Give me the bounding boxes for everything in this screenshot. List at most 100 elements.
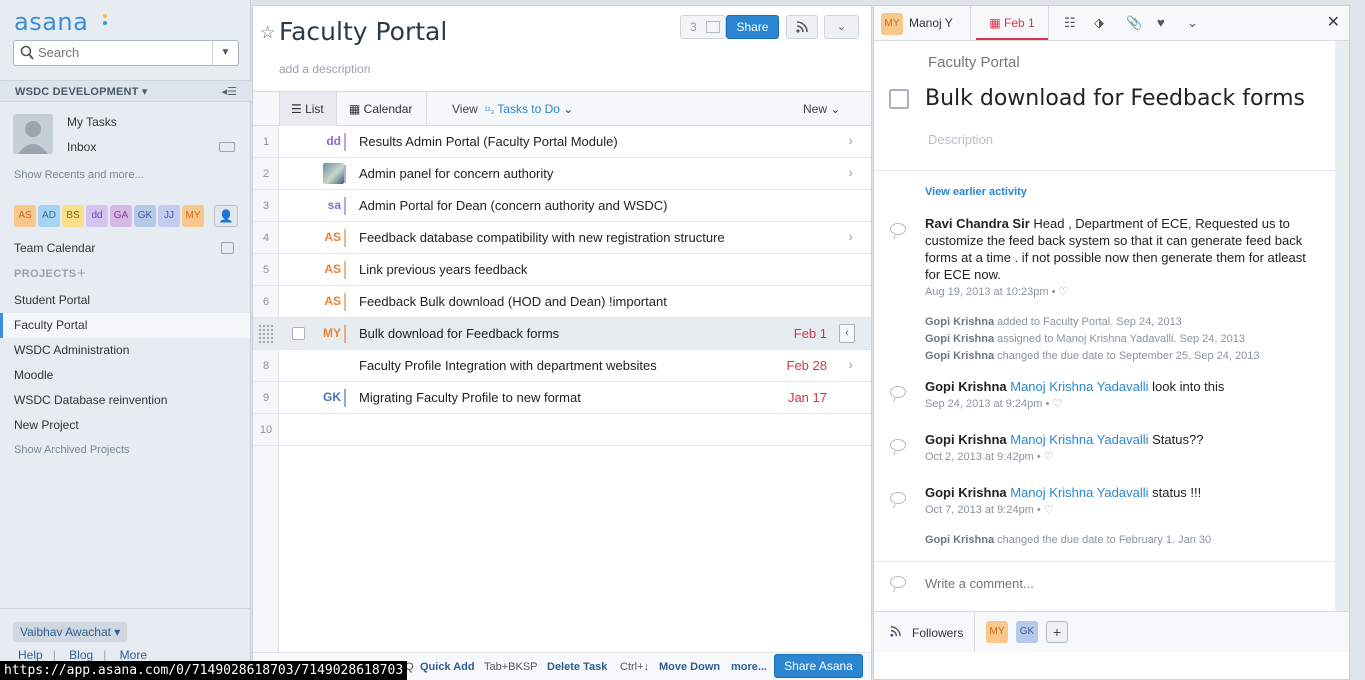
- project-title[interactable]: Faculty Portal: [279, 17, 447, 46]
- list-view-tab[interactable]: ☰ List: [279, 92, 337, 126]
- quick-add-link[interactable]: Quick Add: [420, 661, 475, 673]
- share-asana-button[interactable]: Share Asana: [774, 654, 863, 678]
- task-row[interactable]: 2 Admin panel for concern authority ›: [253, 158, 871, 190]
- show-archived-link[interactable]: Show Archived Projects: [0, 438, 250, 463]
- team-member-avatar[interactable]: AS: [14, 205, 36, 227]
- team-member-avatar[interactable]: MY: [182, 205, 204, 227]
- assignee-button[interactable]: MY Manoj Y: [881, 10, 953, 36]
- heart-icon[interactable]: ♥: [1157, 15, 1165, 30]
- task-row[interactable]: 8 Faculty Profile Integration with depart…: [253, 350, 871, 382]
- scrollbar[interactable]: [1335, 41, 1349, 616]
- assignee-initials[interactable]: MY: [311, 326, 341, 340]
- more-link[interactable]: More: [120, 648, 147, 662]
- tag-icon[interactable]: ⬗: [1094, 15, 1104, 31]
- project-item[interactable]: Student Portal: [0, 288, 250, 313]
- task-row[interactable]: 9 GK Migrating Faculty Profile to new form…: [253, 382, 871, 414]
- share-button[interactable]: Share: [726, 15, 779, 39]
- chevron-left-icon[interactable]: ‹: [839, 324, 855, 343]
- chevron-right-icon[interactable]: ›: [848, 164, 853, 180]
- assignee-avatar-photo[interactable]: [323, 163, 344, 184]
- calendar-view-tab[interactable]: ▦ Calendar: [349, 92, 412, 126]
- task-name[interactable]: Link previous years feedback: [359, 262, 527, 277]
- mention-link[interactable]: Manoj Krishna Yadavalli: [1010, 485, 1148, 500]
- search-options-chevron-icon[interactable]: ▼: [212, 41, 238, 65]
- move-down-link[interactable]: Move Down: [659, 661, 720, 673]
- comment-meta[interactable]: Oct 2, 2013 at 9:42pm • ♡: [925, 449, 1315, 466]
- task-row[interactable]: 3 sa Admin Portal for Dean (concern author…: [253, 190, 871, 222]
- team-member-avatar[interactable]: GA: [110, 205, 132, 227]
- close-icon[interactable]: ✕: [1327, 12, 1340, 32]
- task-checkbox[interactable]: [292, 327, 305, 340]
- more-shortcuts-link[interactable]: more...: [731, 661, 767, 673]
- mention-link[interactable]: Manoj Krishna Yadavalli: [1010, 379, 1148, 394]
- project-item[interactable]: Faculty Portal: [0, 313, 250, 338]
- view-filter-dropdown[interactable]: View ¹²₃ Tasks to Do ⌄: [452, 92, 573, 126]
- inbox-link[interactable]: Inbox: [67, 140, 96, 154]
- task-name[interactable]: Bulk download for Feedback forms: [359, 326, 559, 341]
- star-icon[interactable]: ☆: [260, 23, 275, 43]
- task-name[interactable]: Admin panel for concern authority: [359, 166, 553, 181]
- comment-meta[interactable]: Sep 24, 2013 at 9:24pm • ♡: [925, 396, 1315, 413]
- calendar-icon[interactable]: [221, 242, 234, 254]
- blog-link[interactable]: Blog: [69, 648, 93, 662]
- project-item[interactable]: WSDC Administration: [0, 338, 250, 363]
- comment-input[interactable]: [925, 576, 1315, 591]
- more-options-chevron-icon[interactable]: ⌄: [1187, 15, 1198, 31]
- task-due-date[interactable]: Jan 17: [788, 390, 827, 405]
- task-row[interactable]: 1 dd Results Admin Portal (Faculty Portal …: [253, 126, 871, 158]
- chevron-right-icon[interactable]: ›: [848, 356, 853, 372]
- task-row[interactable]: 6 AS Feedback Bulk download (HOD and Dean)…: [253, 286, 871, 318]
- assignee-initials[interactable]: AS: [311, 230, 341, 244]
- assignee-initials[interactable]: AS: [311, 294, 341, 308]
- task-row[interactable]: MY Bulk download for Feedback forms Feb 1 ‹: [253, 318, 871, 350]
- team-members-button[interactable]: 👤: [214, 205, 238, 227]
- task-name[interactable]: Results Admin Portal (Faculty Portal Mod…: [359, 134, 618, 149]
- drag-handle-icon[interactable]: [258, 324, 274, 344]
- due-date-button[interactable]: ▦ Feb 1: [976, 6, 1048, 40]
- collapse-sidebar-icon[interactable]: ◂☰: [222, 85, 237, 98]
- follower-avatar[interactable]: GK: [1016, 621, 1038, 643]
- assignee-initials[interactable]: sa: [311, 198, 341, 212]
- project-description-field[interactable]: add a description: [279, 62, 370, 76]
- assignee-initials[interactable]: dd: [311, 134, 341, 148]
- team-member-avatar[interactable]: JJ: [158, 205, 180, 227]
- project-item[interactable]: New Project: [0, 413, 250, 438]
- team-member-avatar[interactable]: GK: [134, 205, 156, 227]
- user-menu[interactable]: Vaibhav Awachat ▾: [13, 622, 128, 642]
- add-follower-button[interactable]: +: [1046, 621, 1068, 643]
- chevron-right-icon[interactable]: ›: [848, 228, 853, 244]
- view-earlier-activity-link[interactable]: View earlier activity: [925, 186, 1027, 198]
- task-name[interactable]: Feedback Bulk download (HOD and Dean) !i…: [359, 294, 667, 309]
- asana-logo[interactable]: asana: [14, 8, 88, 36]
- task-project-link[interactable]: Faculty Portal: [928, 54, 1020, 71]
- task-title[interactable]: Bulk download for Feedback forms: [925, 86, 1305, 111]
- workspace-switcher[interactable]: WSDC DEVELOPMENT ▾: [15, 85, 148, 98]
- show-recents-link[interactable]: Show Recents and more...: [14, 169, 144, 181]
- task-name[interactable]: Faculty Profile Integration with departm…: [359, 358, 657, 373]
- task-name[interactable]: Feedback database compatibility with new…: [359, 230, 725, 245]
- task-row[interactable]: 4 AS Feedback database compatibility with …: [253, 222, 871, 254]
- project-item[interactable]: Moodle: [0, 363, 250, 388]
- project-item[interactable]: WSDC Database reinvention: [0, 388, 250, 413]
- rss-button[interactable]: [786, 15, 818, 39]
- follower-avatar[interactable]: MY: [986, 621, 1008, 643]
- task-due-date[interactable]: Feb 1: [794, 326, 827, 341]
- project-options-chevron-icon[interactable]: ⌄: [824, 15, 859, 39]
- search-input[interactable]: [38, 45, 208, 60]
- assignee-initials[interactable]: GK: [311, 390, 341, 404]
- team-member-avatar[interactable]: AD: [38, 205, 60, 227]
- task-row[interactable]: 5 AS Link previous years feedback: [253, 254, 871, 286]
- search-box[interactable]: ▼: [13, 40, 239, 66]
- new-dropdown[interactable]: New ⌄: [803, 92, 840, 126]
- help-link[interactable]: Help: [18, 648, 43, 662]
- comment-meta[interactable]: Oct 7, 2013 at 9:24pm • ♡: [925, 502, 1315, 519]
- assignee-initials[interactable]: AS: [311, 262, 341, 276]
- my-tasks-link[interactable]: My Tasks: [67, 115, 117, 129]
- mention-link[interactable]: Manoj Krishna Yadavalli: [1010, 432, 1148, 447]
- task-description-field[interactable]: Description: [928, 132, 993, 147]
- task-name[interactable]: Admin Portal for Dean (concern authority…: [359, 198, 668, 213]
- members-button[interactable]: 3: [680, 15, 726, 39]
- team-member-avatar[interactable]: dd: [86, 205, 108, 227]
- task-complete-checkbox[interactable]: [889, 89, 909, 109]
- task-due-date[interactable]: Feb 28: [787, 358, 827, 373]
